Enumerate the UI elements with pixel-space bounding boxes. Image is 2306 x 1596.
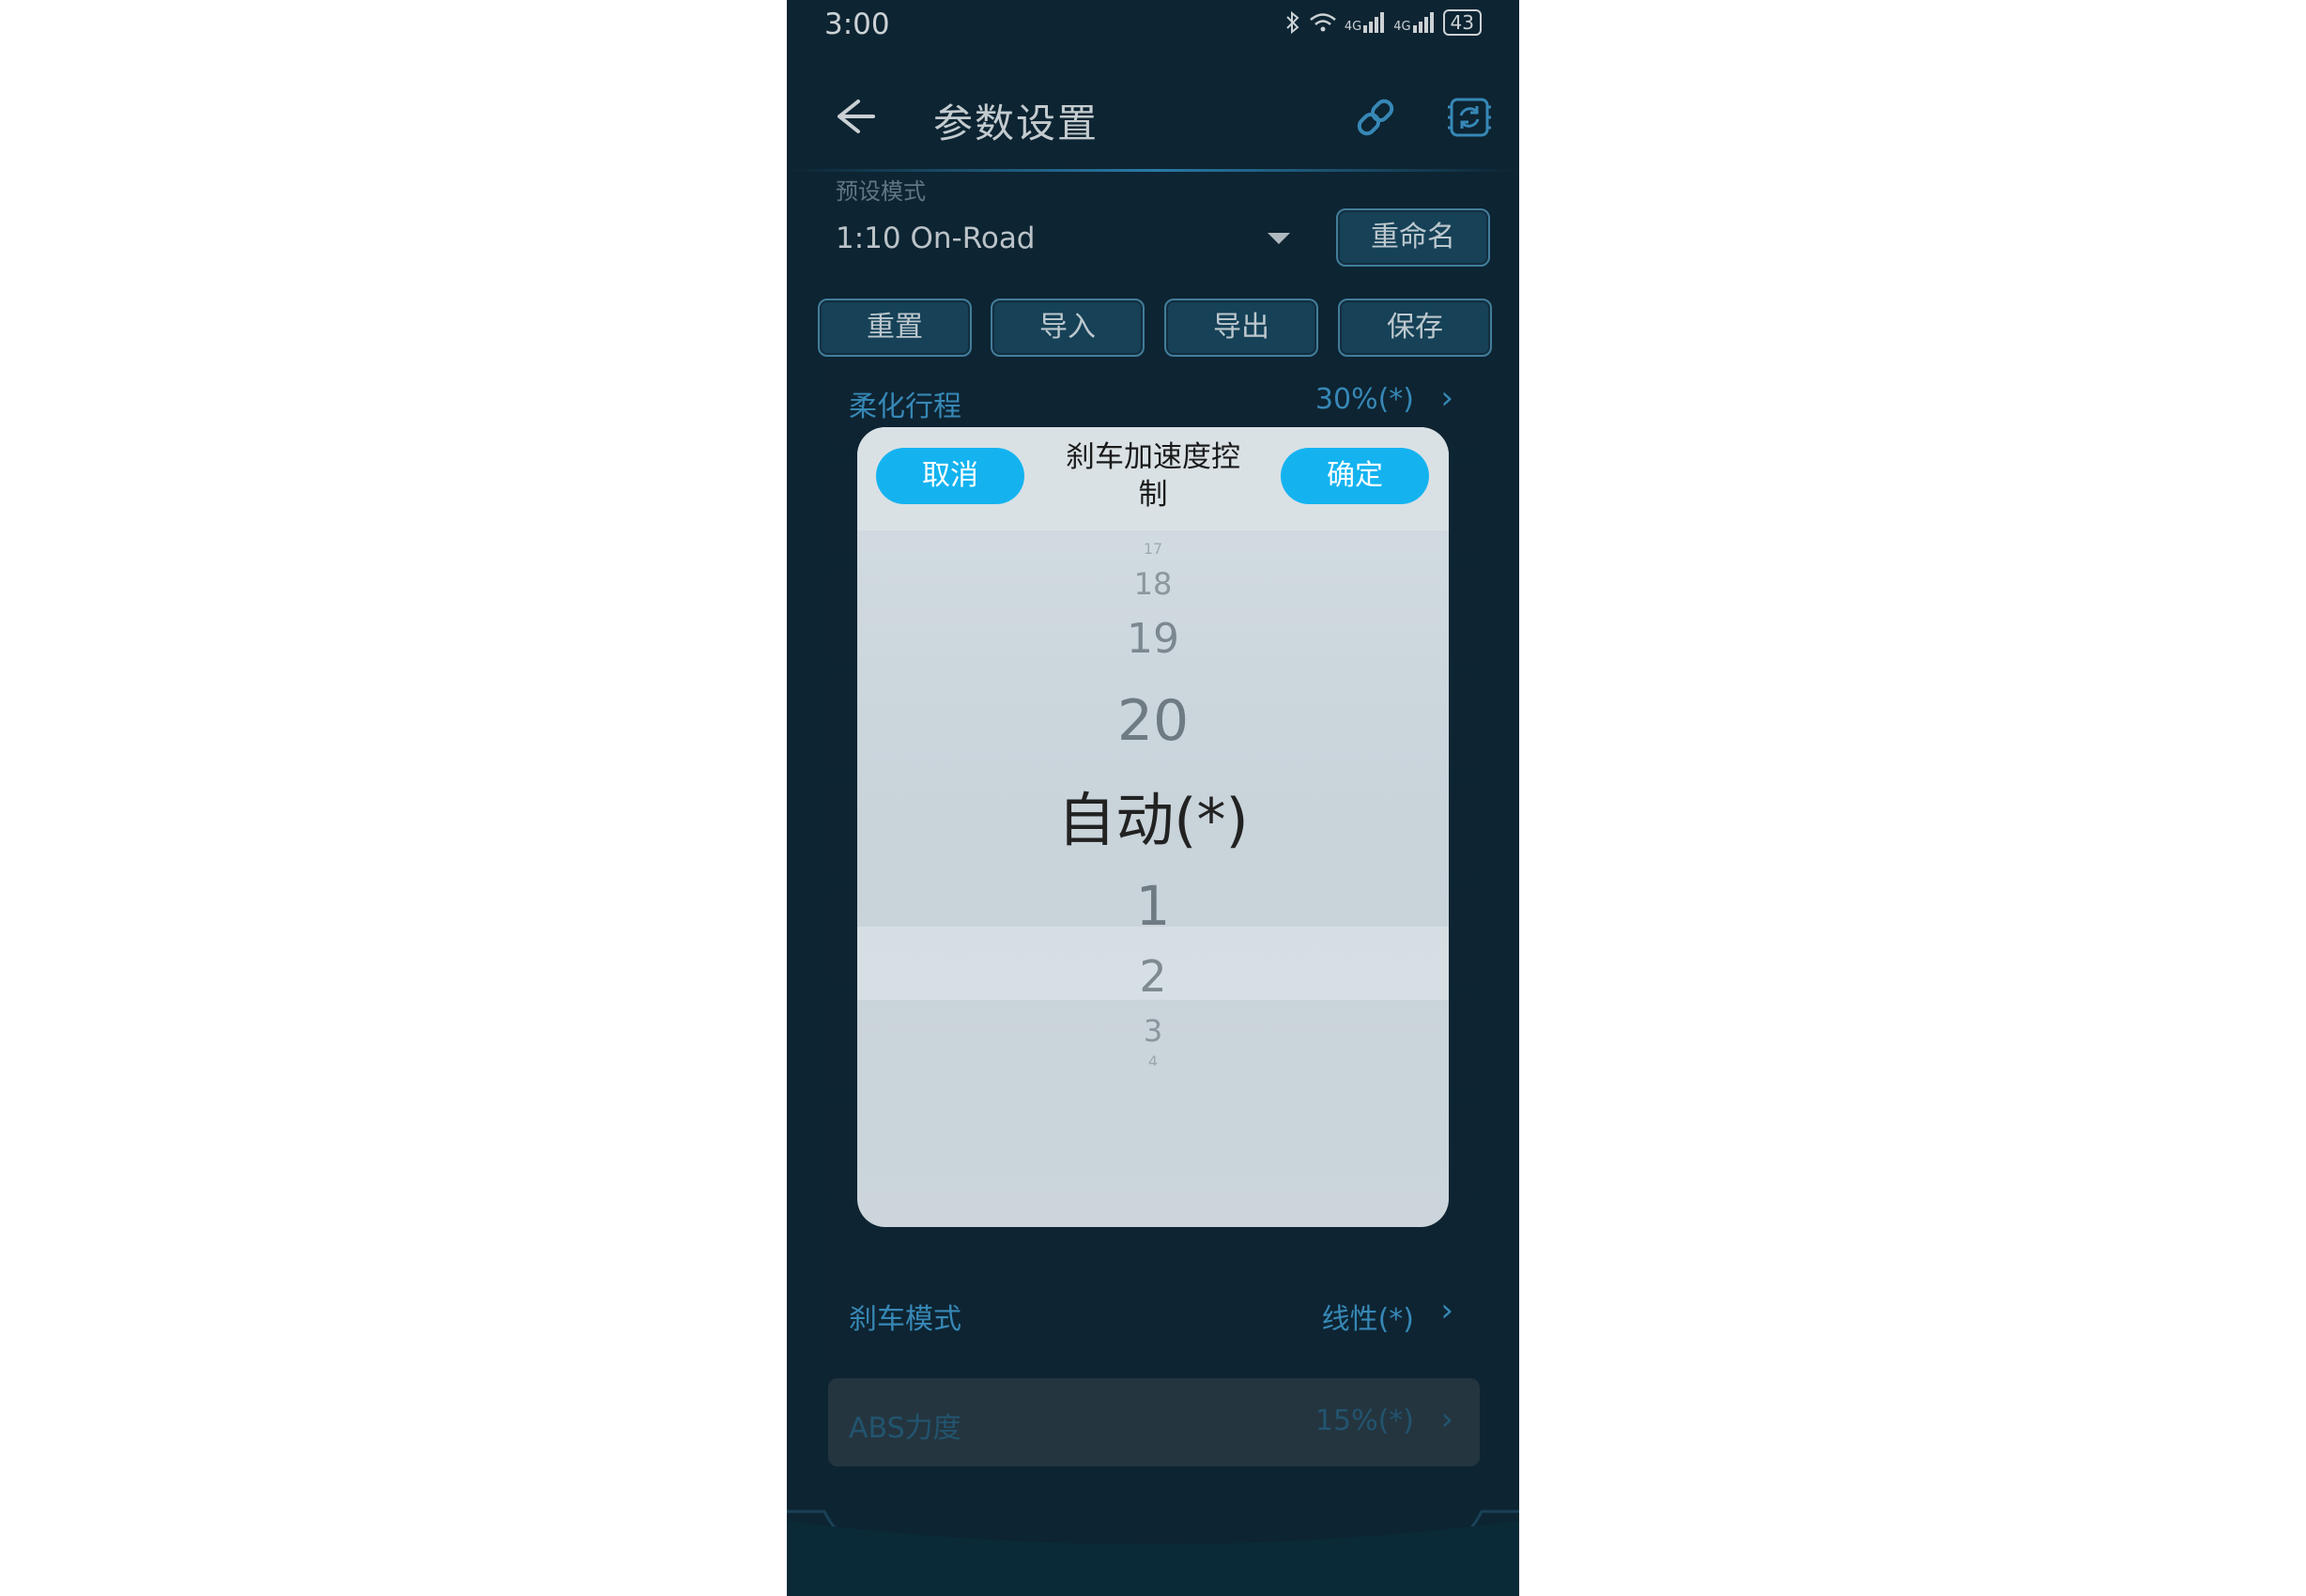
- picker-option[interactable]: 2: [857, 951, 1449, 1002]
- phone-screen: 3:00 4G 4G 43 参数设置 预设模式 1:10 On-Road 重命名…: [787, 0, 1519, 1596]
- picker-dialog: 取消 刹车加速度控 制 确定 17 18 19 20 自动(*) 1 2 3 4: [857, 427, 1449, 1227]
- picker-selected-option[interactable]: 自动(*): [857, 773, 1449, 857]
- picker-option[interactable]: 19: [857, 615, 1449, 663]
- picker-option[interactable]: 20: [857, 688, 1449, 754]
- cancel-button[interactable]: 取消: [876, 448, 1024, 504]
- picker-title: 刹车加速度控 制: [1066, 440, 1240, 512]
- picker-header: 取消 刹车加速度控 制 确定: [857, 427, 1449, 530]
- picker-wheel[interactable]: 17 18 19 20 自动(*) 1 2 3 4: [857, 540, 1449, 1197]
- picker-option[interactable]: 4: [857, 1052, 1449, 1066]
- picker-option[interactable]: 1: [857, 874, 1449, 938]
- picker-option[interactable]: 17: [857, 540, 1449, 559]
- confirm-button[interactable]: 确定: [1281, 448, 1429, 504]
- picker-option[interactable]: 18: [857, 566, 1449, 602]
- picker-option[interactable]: 3: [857, 1013, 1449, 1049]
